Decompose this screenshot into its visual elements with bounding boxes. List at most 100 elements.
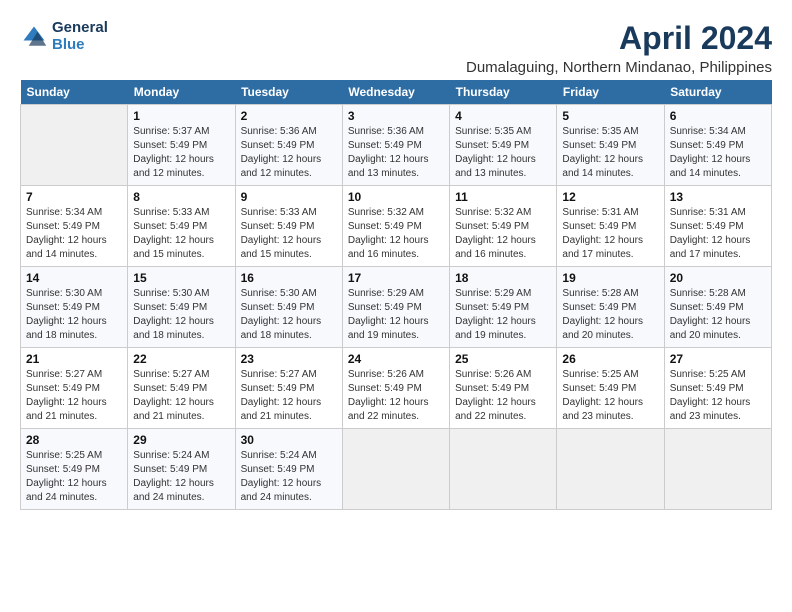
calendar-cell: 8 Sunrise: 5:33 AMSunset: 5:49 PMDaylight… — [128, 186, 235, 267]
calendar-week-row: 1Sunrise: 5:37 AMSunset: 5:49 PMDaylight… — [21, 105, 772, 186]
calendar-cell: 11 Sunrise: 5:32 AMSunset: 5:49 PMDayligh… — [450, 186, 557, 267]
day-number: 29 — [133, 433, 229, 447]
day-number: 30 — [241, 433, 337, 447]
day-header-wednesday: Wednesday — [342, 80, 449, 105]
day-info: Sunrise: 5:34 AMSunset: 5:49 PMDaylight:… — [670, 125, 766, 181]
calendar-cell: 9 Sunrise: 5:33 AMSunset: 5:49 PMDaylight… — [235, 186, 342, 267]
day-info: Sunrise: 5:28 AMSunset: 5:49 PMDaylight:… — [670, 287, 766, 343]
day-number: 17 — [348, 271, 444, 285]
day-info: Sunrise: 5:32 AMSunset: 5:49 PMDaylight:… — [455, 206, 551, 262]
day-number: 20 — [670, 271, 766, 285]
day-number: 18 — [455, 271, 551, 285]
calendar-cell — [342, 429, 449, 510]
day-info: Sunrise: 5:33 AMSunset: 5:49 PMDaylight:… — [133, 206, 229, 262]
day-number: 13 — [670, 190, 766, 204]
calendar-cell: 2Sunrise: 5:36 AMSunset: 5:49 PMDaylight… — [235, 105, 342, 186]
calendar-cell: 7 Sunrise: 5:34 AMSunset: 5:49 PMDaylight… — [21, 186, 128, 267]
title-block: April 2024 Dumalaguing, Northern Mindana… — [466, 20, 772, 76]
day-number: 7 — [26, 190, 122, 204]
day-info: Sunrise: 5:25 AMSunset: 5:49 PMDaylight:… — [670, 368, 766, 424]
day-info: Sunrise: 5:35 AMSunset: 5:49 PMDaylight:… — [455, 125, 551, 181]
day-info: Sunrise: 5:25 AMSunset: 5:49 PMDaylight:… — [26, 449, 122, 505]
day-number: 19 — [562, 271, 658, 285]
calendar-cell: 18 Sunrise: 5:29 AMSunset: 5:49 PMDayligh… — [450, 267, 557, 348]
calendar-cell: 14 Sunrise: 5:30 AMSunset: 5:49 PMDayligh… — [21, 267, 128, 348]
day-number: 6 — [670, 109, 766, 123]
day-info: Sunrise: 5:33 AMSunset: 5:49 PMDaylight:… — [241, 206, 337, 262]
day-number: 21 — [26, 352, 122, 366]
day-info: Sunrise: 5:27 AMSunset: 5:49 PMDaylight:… — [241, 368, 337, 424]
day-info: Sunrise: 5:29 AMSunset: 5:49 PMDaylight:… — [455, 287, 551, 343]
day-number: 16 — [241, 271, 337, 285]
location-subtitle: Dumalaguing, Northern Mindanao, Philippi… — [466, 59, 772, 76]
calendar-week-row: 21 Sunrise: 5:27 AMSunset: 5:49 PMDayligh… — [21, 348, 772, 429]
calendar-cell: 16 Sunrise: 5:30 AMSunset: 5:49 PMDayligh… — [235, 267, 342, 348]
calendar-cell — [21, 105, 128, 186]
calendar-cell: 21 Sunrise: 5:27 AMSunset: 5:49 PMDayligh… — [21, 348, 128, 429]
day-number: 12 — [562, 190, 658, 204]
logo: General Blue — [20, 20, 108, 53]
calendar-cell: 1Sunrise: 5:37 AMSunset: 5:49 PMDaylight… — [128, 105, 235, 186]
day-header-thursday: Thursday — [450, 80, 557, 105]
day-info: Sunrise: 5:36 AMSunset: 5:49 PMDaylight:… — [348, 125, 444, 181]
day-info: Sunrise: 5:30 AMSunset: 5:49 PMDaylight:… — [26, 287, 122, 343]
day-info: Sunrise: 5:30 AMSunset: 5:49 PMDaylight:… — [241, 287, 337, 343]
month-title: April 2024 — [466, 20, 772, 57]
day-info: Sunrise: 5:28 AMSunset: 5:49 PMDaylight:… — [562, 287, 658, 343]
day-number: 5 — [562, 109, 658, 123]
page-header: General Blue April 2024 Dumalaguing, Nor… — [20, 20, 772, 76]
day-info: Sunrise: 5:24 AMSunset: 5:49 PMDaylight:… — [133, 449, 229, 505]
day-number: 14 — [26, 271, 122, 285]
logo-icon — [20, 23, 48, 51]
calendar-week-row: 14 Sunrise: 5:30 AMSunset: 5:49 PMDayligh… — [21, 267, 772, 348]
calendar-cell: 3 Sunrise: 5:36 AMSunset: 5:49 PMDaylight… — [342, 105, 449, 186]
day-number: 27 — [670, 352, 766, 366]
calendar-cell: 24 Sunrise: 5:26 AMSunset: 5:49 PMDayligh… — [342, 348, 449, 429]
calendar-table: SundayMondayTuesdayWednesdayThursdayFrid… — [20, 80, 772, 510]
day-header-tuesday: Tuesday — [235, 80, 342, 105]
day-info: Sunrise: 5:27 AMSunset: 5:49 PMDaylight:… — [133, 368, 229, 424]
calendar-cell: 20 Sunrise: 5:28 AMSunset: 5:49 PMDayligh… — [664, 267, 771, 348]
day-number: 9 — [241, 190, 337, 204]
day-info: Sunrise: 5:29 AMSunset: 5:49 PMDaylight:… — [348, 287, 444, 343]
calendar-cell — [450, 429, 557, 510]
day-number: 24 — [348, 352, 444, 366]
calendar-cell: 30 Sunrise: 5:24 AMSunset: 5:49 PMDayligh… — [235, 429, 342, 510]
day-number: 3 — [348, 109, 444, 123]
day-number: 2 — [241, 109, 337, 123]
calendar-cell: 26Sunrise: 5:25 AMSunset: 5:49 PMDayligh… — [557, 348, 664, 429]
day-number: 8 — [133, 190, 229, 204]
day-info: Sunrise: 5:35 AMSunset: 5:49 PMDaylight:… — [562, 125, 658, 181]
day-info: Sunrise: 5:31 AMSunset: 5:49 PMDaylight:… — [562, 206, 658, 262]
day-info: Sunrise: 5:26 AMSunset: 5:49 PMDaylight:… — [348, 368, 444, 424]
day-info: Sunrise: 5:30 AMSunset: 5:49 PMDaylight:… — [133, 287, 229, 343]
day-header-friday: Friday — [557, 80, 664, 105]
day-header-sunday: Sunday — [21, 80, 128, 105]
day-number: 4 — [455, 109, 551, 123]
day-number: 15 — [133, 271, 229, 285]
calendar-cell: 22Sunrise: 5:27 AMSunset: 5:49 PMDayligh… — [128, 348, 235, 429]
day-info: Sunrise: 5:24 AMSunset: 5:49 PMDaylight:… — [241, 449, 337, 505]
day-number: 25 — [455, 352, 551, 366]
calendar-week-row: 28 Sunrise: 5:25 AMSunset: 5:49 PMDayligh… — [21, 429, 772, 510]
day-info: Sunrise: 5:31 AMSunset: 5:49 PMDaylight:… — [670, 206, 766, 262]
calendar-cell: 28 Sunrise: 5:25 AMSunset: 5:49 PMDayligh… — [21, 429, 128, 510]
calendar-cell: 12 Sunrise: 5:31 AMSunset: 5:49 PMDayligh… — [557, 186, 664, 267]
day-number: 11 — [455, 190, 551, 204]
day-info: Sunrise: 5:34 AMSunset: 5:49 PMDaylight:… — [26, 206, 122, 262]
calendar-cell: 23Sunrise: 5:27 AMSunset: 5:49 PMDayligh… — [235, 348, 342, 429]
day-number: 10 — [348, 190, 444, 204]
day-number: 1 — [133, 109, 229, 123]
day-info: Sunrise: 5:27 AMSunset: 5:49 PMDaylight:… — [26, 368, 122, 424]
calendar-cell: 13 Sunrise: 5:31 AMSunset: 5:49 PMDayligh… — [664, 186, 771, 267]
calendar-cell: 4 Sunrise: 5:35 AMSunset: 5:49 PMDaylight… — [450, 105, 557, 186]
calendar-cell: 19 Sunrise: 5:28 AMSunset: 5:49 PMDayligh… — [557, 267, 664, 348]
day-info: Sunrise: 5:26 AMSunset: 5:49 PMDaylight:… — [455, 368, 551, 424]
day-number: 26 — [562, 352, 658, 366]
calendar-cell: 17 Sunrise: 5:29 AMSunset: 5:49 PMDayligh… — [342, 267, 449, 348]
day-header-saturday: Saturday — [664, 80, 771, 105]
calendar-cell: 25 Sunrise: 5:26 AMSunset: 5:49 PMDayligh… — [450, 348, 557, 429]
calendar-cell: 10Sunrise: 5:32 AMSunset: 5:49 PMDayligh… — [342, 186, 449, 267]
calendar-cell — [557, 429, 664, 510]
day-number: 28 — [26, 433, 122, 447]
